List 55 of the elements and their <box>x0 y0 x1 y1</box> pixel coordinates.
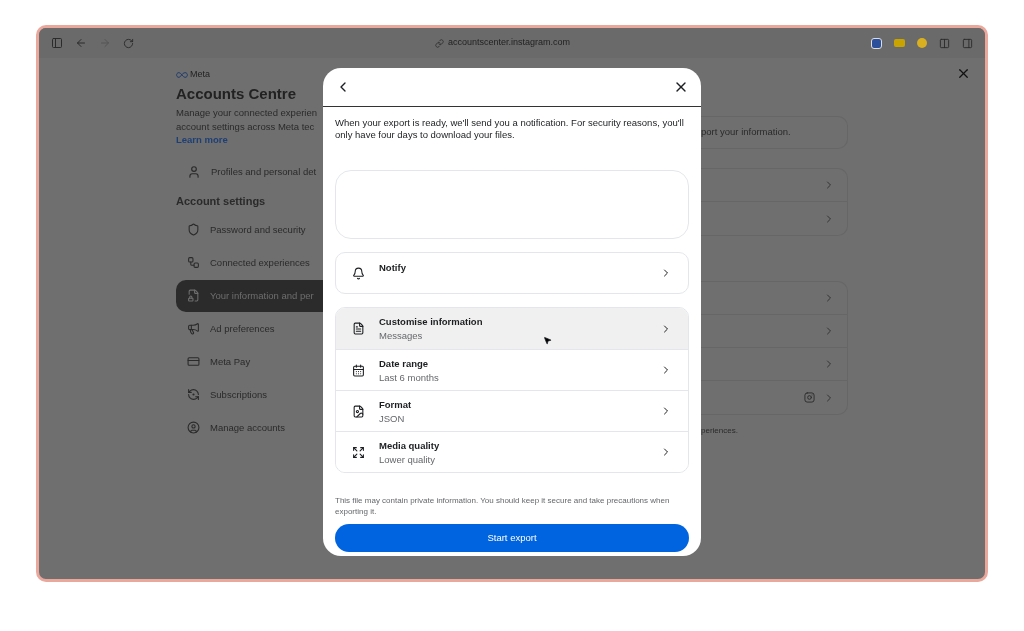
menu-item[interactable]: Password and security <box>176 213 323 246</box>
option-row[interactable]: Customise information Messages <box>336 308 688 349</box>
learn-more-link[interactable]: Learn more <box>176 133 323 148</box>
reload-icon[interactable] <box>123 37 134 49</box>
card-icon <box>187 355 200 369</box>
dollar-cycle-icon <box>187 388 200 402</box>
menu-item[interactable]: Connected experiences <box>176 246 323 279</box>
footnote-text: periences. <box>701 425 739 437</box>
file-lock-icon <box>187 289 200 303</box>
menu-item[interactable]: Manage accounts <box>176 411 323 444</box>
cursor-icon <box>543 336 552 345</box>
menu-item[interactable]: Meta Pay <box>176 345 323 378</box>
shield-extension-icon[interactable] <box>871 37 882 49</box>
instagram-icon <box>804 392 815 403</box>
menu-item[interactable]: Your information and per <box>176 279 323 312</box>
disclaimer-text: This file may contain private information. You should keep it secure and take precautions when exporting it. <box>335 495 671 517</box>
infinity-logo-icon <box>176 71 188 78</box>
page-title: Accounts Centre <box>176 83 298 104</box>
row-label: Media quality <box>379 438 440 452</box>
document-icon <box>352 322 365 335</box>
row-value: JSON <box>379 411 406 425</box>
row-value: Messages <box>379 329 424 342</box>
calendar-icon <box>352 363 365 377</box>
row-label: Date range <box>379 356 430 370</box>
nodes-icon <box>187 256 200 270</box>
row-label: Customise information <box>379 315 483 328</box>
shield-icon <box>187 223 200 237</box>
page-description: account settings across Meta tec <box>176 121 316 133</box>
row-value: Lower quality <box>379 452 436 466</box>
folder-extension-icon[interactable] <box>894 39 905 47</box>
expand-icon <box>352 445 365 459</box>
menu-item[interactable]: Ad preferences <box>176 312 323 345</box>
row-label: Format <box>379 397 412 411</box>
section-title: Account settings <box>176 194 267 210</box>
person-icon <box>187 165 201 180</box>
link-icon <box>434 38 444 48</box>
menu-item[interactable]: Subscriptions <box>176 378 323 411</box>
menu-item[interactable]: Profiles and personal det <box>211 165 317 180</box>
row-label: Notify <box>379 261 406 275</box>
address-field[interactable]: accountscenter.instagram.com <box>447 36 571 50</box>
dialog-description: When your export is ready, we'll send you a notification. For security reasons, you'll only have four days to download your files. <box>335 117 685 141</box>
image-file-icon <box>352 404 365 418</box>
bell-icon <box>352 266 365 280</box>
notify-row[interactable]: Notify <box>335 252 689 294</box>
sidebar-icon[interactable] <box>51 37 63 49</box>
page-description: Manage your connected experien <box>176 107 318 119</box>
brand-name: Meta <box>190 68 210 81</box>
extension-icon[interactable] <box>917 38 927 48</box>
start-export-button[interactable]: Start export <box>335 524 689 552</box>
tabs-icon[interactable] <box>939 37 950 49</box>
panel-icon[interactable] <box>962 37 973 49</box>
row-value: Last 6 months <box>379 370 439 384</box>
megaphone-icon <box>187 322 200 336</box>
option-row[interactable]: Media quality Lower quality <box>336 431 688 472</box>
user-circle-icon <box>187 421 200 435</box>
